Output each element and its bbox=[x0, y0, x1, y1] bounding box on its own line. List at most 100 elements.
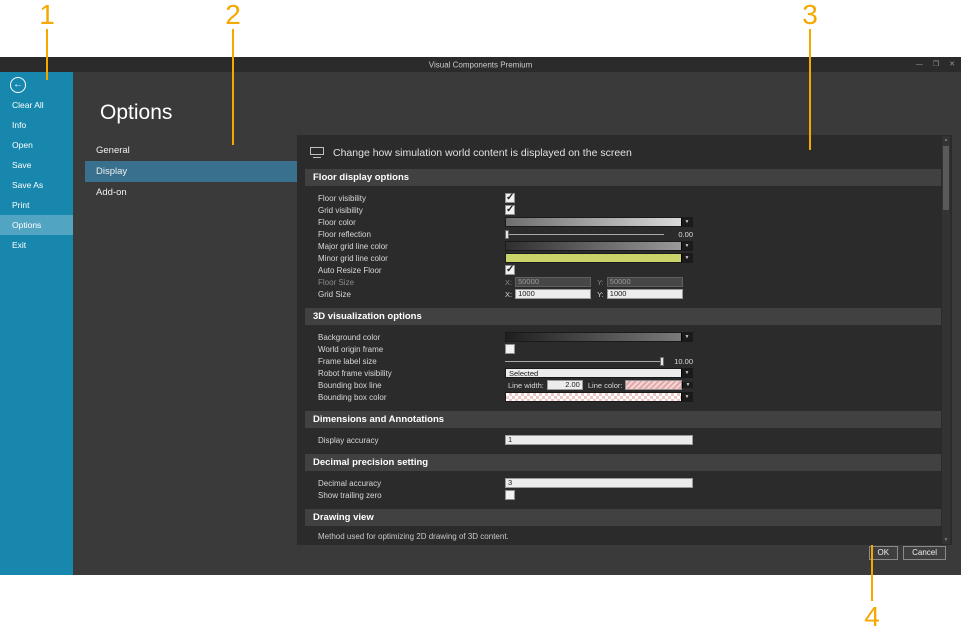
grid-visibility-label: Grid visibility bbox=[318, 206, 505, 215]
y-label: Y: bbox=[597, 290, 604, 299]
annotation-line-1 bbox=[46, 29, 48, 80]
floor-color-label: Floor color bbox=[318, 218, 505, 227]
scrollbar-track[interactable] bbox=[942, 144, 950, 536]
row-grid-visibility: Grid visibility ✓ bbox=[318, 204, 693, 216]
bounding-box-color-picker[interactable]: ▼ bbox=[505, 392, 693, 402]
page-title: Options bbox=[100, 101, 172, 125]
slider-track[interactable] bbox=[505, 361, 664, 362]
decimal-accuracy-field[interactable]: 3 bbox=[505, 478, 693, 488]
display-accuracy-field[interactable]: 1 bbox=[505, 435, 693, 445]
show-trailing-zero-checkbox[interactable]: ✓ bbox=[505, 490, 515, 500]
scroll-down-icon[interactable]: ▼ bbox=[944, 536, 949, 544]
frame-label-size-slider[interactable]: 10.00 bbox=[505, 357, 693, 366]
slider-handle[interactable] bbox=[505, 230, 509, 239]
chevron-down-icon[interactable]: ▼ bbox=[681, 333, 692, 341]
minimize-icon[interactable]: — bbox=[916, 61, 923, 68]
check-icon: ✓ bbox=[506, 204, 514, 215]
sidebar-item-save[interactable]: Save bbox=[0, 155, 73, 175]
row-major-grid-line-color: Major grid line color ▼ bbox=[318, 240, 693, 252]
chevron-down-icon[interactable]: ▼ bbox=[682, 382, 693, 388]
grid-size-y-field[interactable]: 1000 bbox=[607, 289, 683, 299]
sidebar-item-options[interactable]: Options bbox=[0, 215, 73, 235]
sidebar-item-print[interactable]: Print bbox=[0, 195, 73, 215]
chevron-down-icon[interactable]: ▼ bbox=[681, 218, 692, 226]
sidebar-item-save-as[interactable]: Save As bbox=[0, 175, 73, 195]
scroll-up-icon[interactable]: ▲ bbox=[944, 136, 949, 144]
drawing-view-note: Method used for optimizing 2D drawing of… bbox=[305, 532, 941, 541]
world-origin-frame-checkbox[interactable]: ✓ bbox=[505, 344, 515, 354]
bounding-box-color-swatch bbox=[506, 393, 681, 401]
row-minor-grid-line-color: Minor grid line color ▼ bbox=[318, 252, 693, 264]
options-nav-display[interactable]: Display bbox=[85, 161, 297, 182]
chevron-down-icon[interactable]: ▼ bbox=[681, 369, 692, 377]
background-color-picker[interactable]: ▼ bbox=[505, 332, 693, 342]
major-grid-color-picker[interactable]: ▼ bbox=[505, 241, 693, 251]
row-bounding-box-color: Bounding box color ▼ bbox=[318, 391, 693, 403]
annotation-4: 4 bbox=[864, 603, 880, 631]
section-3d-visualization-options: 3D visualization options bbox=[305, 308, 941, 325]
floor-color-picker[interactable]: ▼ bbox=[505, 217, 693, 227]
sidebar-item-clear-all[interactable]: Clear All bbox=[0, 95, 73, 115]
section-decimal-precision: Decimal precision setting bbox=[305, 454, 941, 471]
row-floor-reflection: Floor reflection 0.00 bbox=[318, 228, 693, 240]
row-frame-label-size: Frame label size 10.00 bbox=[318, 355, 693, 367]
robot-frame-visibility-value: Selected bbox=[506, 369, 681, 377]
chevron-down-icon[interactable]: ▼ bbox=[681, 254, 692, 262]
panel-scrollbar[interactable]: ▲ ▼ bbox=[942, 136, 950, 544]
options-nav-general[interactable]: General bbox=[85, 140, 297, 161]
line-width-field[interactable]: 2.00 bbox=[547, 380, 583, 390]
row-world-origin-frame: World origin frame ✓ bbox=[318, 343, 693, 355]
sidebar-item-info[interactable]: Info bbox=[0, 115, 73, 135]
section-drawing-view: Drawing view bbox=[305, 509, 941, 526]
frame-label-size-label: Frame label size bbox=[318, 357, 505, 366]
titlebar: Visual Components Premium — ❐ ✕ bbox=[0, 57, 961, 72]
section-dimensions-annotations: Dimensions and Annotations bbox=[305, 411, 941, 428]
grid-size-x-field[interactable]: 1000 bbox=[515, 289, 591, 299]
slider-handle[interactable] bbox=[660, 357, 664, 366]
window-title: Visual Components Premium bbox=[429, 60, 532, 69]
world-origin-frame-label: World origin frame bbox=[318, 345, 505, 354]
major-grid-color-swatch bbox=[506, 242, 681, 250]
back-icon: ← bbox=[13, 80, 23, 90]
auto-resize-floor-checkbox[interactable]: ✓ bbox=[505, 265, 515, 275]
grid-size-label: Grid Size bbox=[318, 290, 505, 299]
auto-resize-floor-label: Auto Resize Floor bbox=[318, 266, 505, 275]
panel-header: Change how simulation world content is d… bbox=[305, 143, 941, 163]
sidebar-item-open[interactable]: Open bbox=[0, 135, 73, 155]
sidebar-item-exit[interactable]: Exit bbox=[0, 235, 73, 255]
slider-track[interactable] bbox=[505, 234, 664, 235]
viz-options-rows: Background color ▼ World origin frame ✓ … bbox=[305, 331, 693, 403]
line-color-swatch[interactable] bbox=[625, 380, 682, 390]
chevron-down-icon[interactable]: ▼ bbox=[681, 393, 692, 401]
minor-grid-line-color-label: Minor grid line color bbox=[318, 254, 505, 263]
options-nav-addon[interactable]: Add-on bbox=[85, 182, 297, 203]
display-icon bbox=[310, 147, 324, 159]
chevron-down-icon[interactable]: ▼ bbox=[681, 242, 692, 250]
y-label: Y: bbox=[597, 278, 604, 287]
grid-visibility-checkbox[interactable]: ✓ bbox=[505, 205, 515, 215]
x-label: X: bbox=[505, 290, 512, 299]
row-display-accuracy: Display accuracy 1 bbox=[318, 434, 693, 446]
annotation-3: 3 bbox=[802, 1, 818, 29]
display-settings-panel: Change how simulation world content is d… bbox=[297, 135, 952, 545]
floor-visibility-checkbox[interactable]: ✓ bbox=[505, 193, 515, 203]
annotation-1: 1 bbox=[39, 1, 55, 29]
annotation-line-2 bbox=[232, 29, 234, 145]
cancel-button[interactable]: Cancel bbox=[903, 546, 946, 560]
row-floor-color: Floor color ▼ bbox=[318, 216, 693, 228]
robot-frame-visibility-label: Robot frame visibility bbox=[318, 369, 505, 378]
major-grid-line-color-label: Major grid line color bbox=[318, 242, 505, 251]
app-window: Visual Components Premium — ❐ ✕ ← Clear … bbox=[0, 57, 961, 575]
row-floor-visibility: Floor visibility ✓ bbox=[318, 192, 693, 204]
row-grid-size: Grid Size X: 1000 Y: 1000 bbox=[318, 288, 693, 300]
floor-reflection-slider[interactable]: 0.00 bbox=[505, 230, 693, 239]
maximize-icon[interactable]: ❐ bbox=[933, 61, 939, 68]
back-button[interactable]: ← bbox=[10, 77, 26, 93]
decimal-accuracy-label: Decimal accuracy bbox=[318, 479, 505, 488]
row-bounding-box-line: Bounding box line Line width: 2.00 Line … bbox=[318, 379, 693, 391]
robot-frame-visibility-select[interactable]: Selected ▼ bbox=[505, 368, 693, 378]
show-trailing-zero-label: Show trailing zero bbox=[318, 491, 505, 500]
scrollbar-thumb[interactable] bbox=[943, 146, 949, 210]
minor-grid-color-picker[interactable]: ▼ bbox=[505, 253, 693, 263]
close-icon[interactable]: ✕ bbox=[949, 61, 955, 68]
